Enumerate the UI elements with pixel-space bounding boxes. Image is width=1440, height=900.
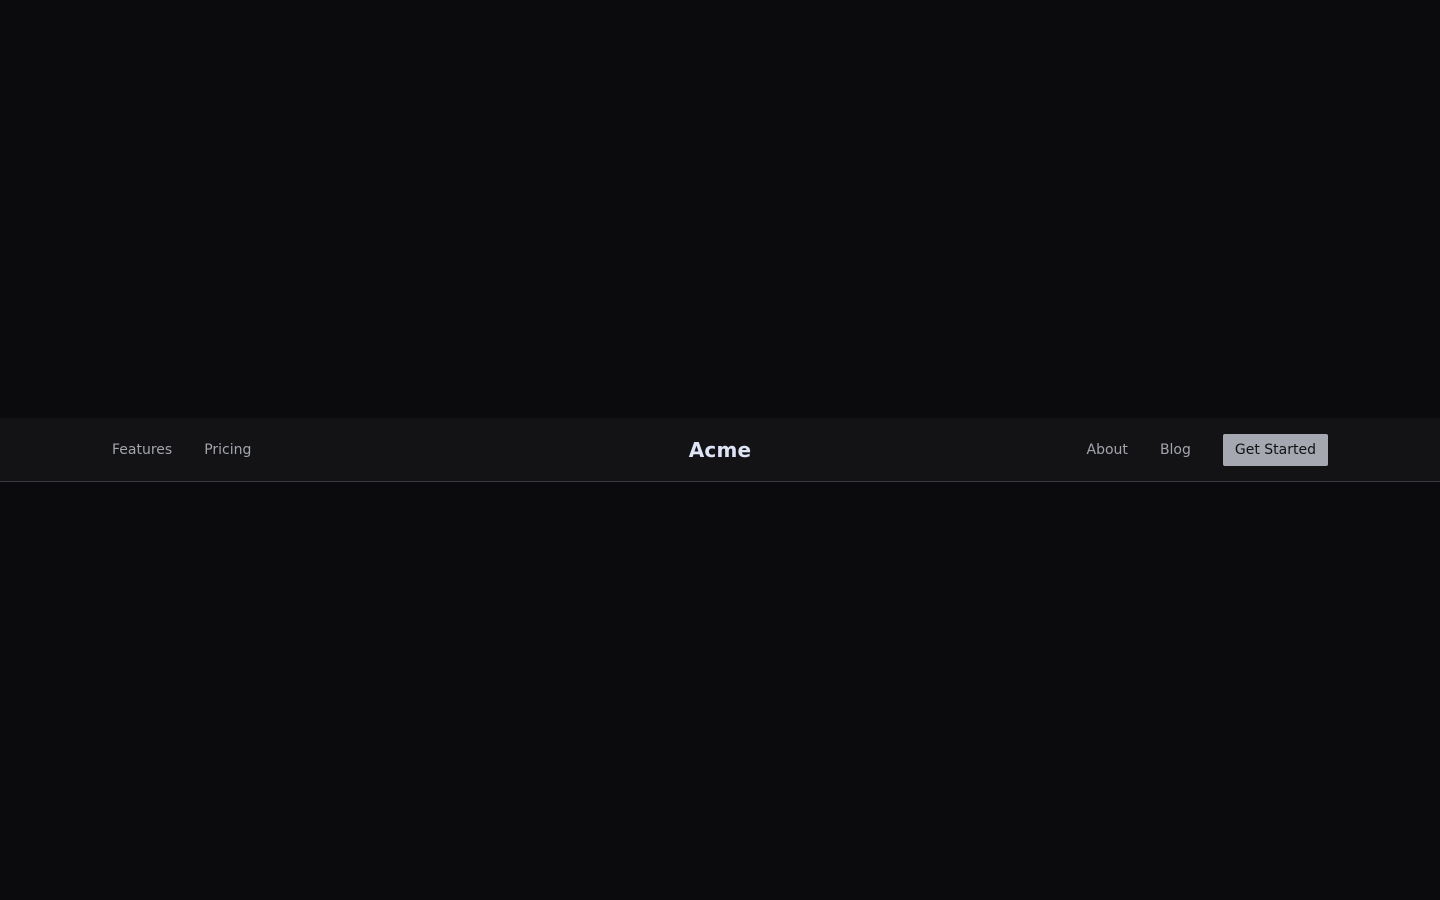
- top-navbar: Features Pricing Acme About Blog Get Sta…: [0, 418, 1440, 482]
- nav-link-blog[interactable]: Blog: [1160, 442, 1191, 458]
- navbar-right-group: About Blog Get Started: [1087, 434, 1328, 466]
- page: Features Pricing Acme About Blog Get Sta…: [0, 0, 1440, 900]
- get-started-button[interactable]: Get Started: [1222, 434, 1328, 466]
- navbar-left-group: Features Pricing: [112, 442, 251, 458]
- nav-link-features[interactable]: Features: [112, 442, 172, 458]
- brand-logo[interactable]: Acme: [689, 438, 752, 462]
- nav-link-pricing[interactable]: Pricing: [204, 442, 251, 458]
- navbar-inner: Features Pricing Acme About Blog Get Sta…: [112, 418, 1328, 482]
- nav-link-about[interactable]: About: [1087, 442, 1128, 458]
